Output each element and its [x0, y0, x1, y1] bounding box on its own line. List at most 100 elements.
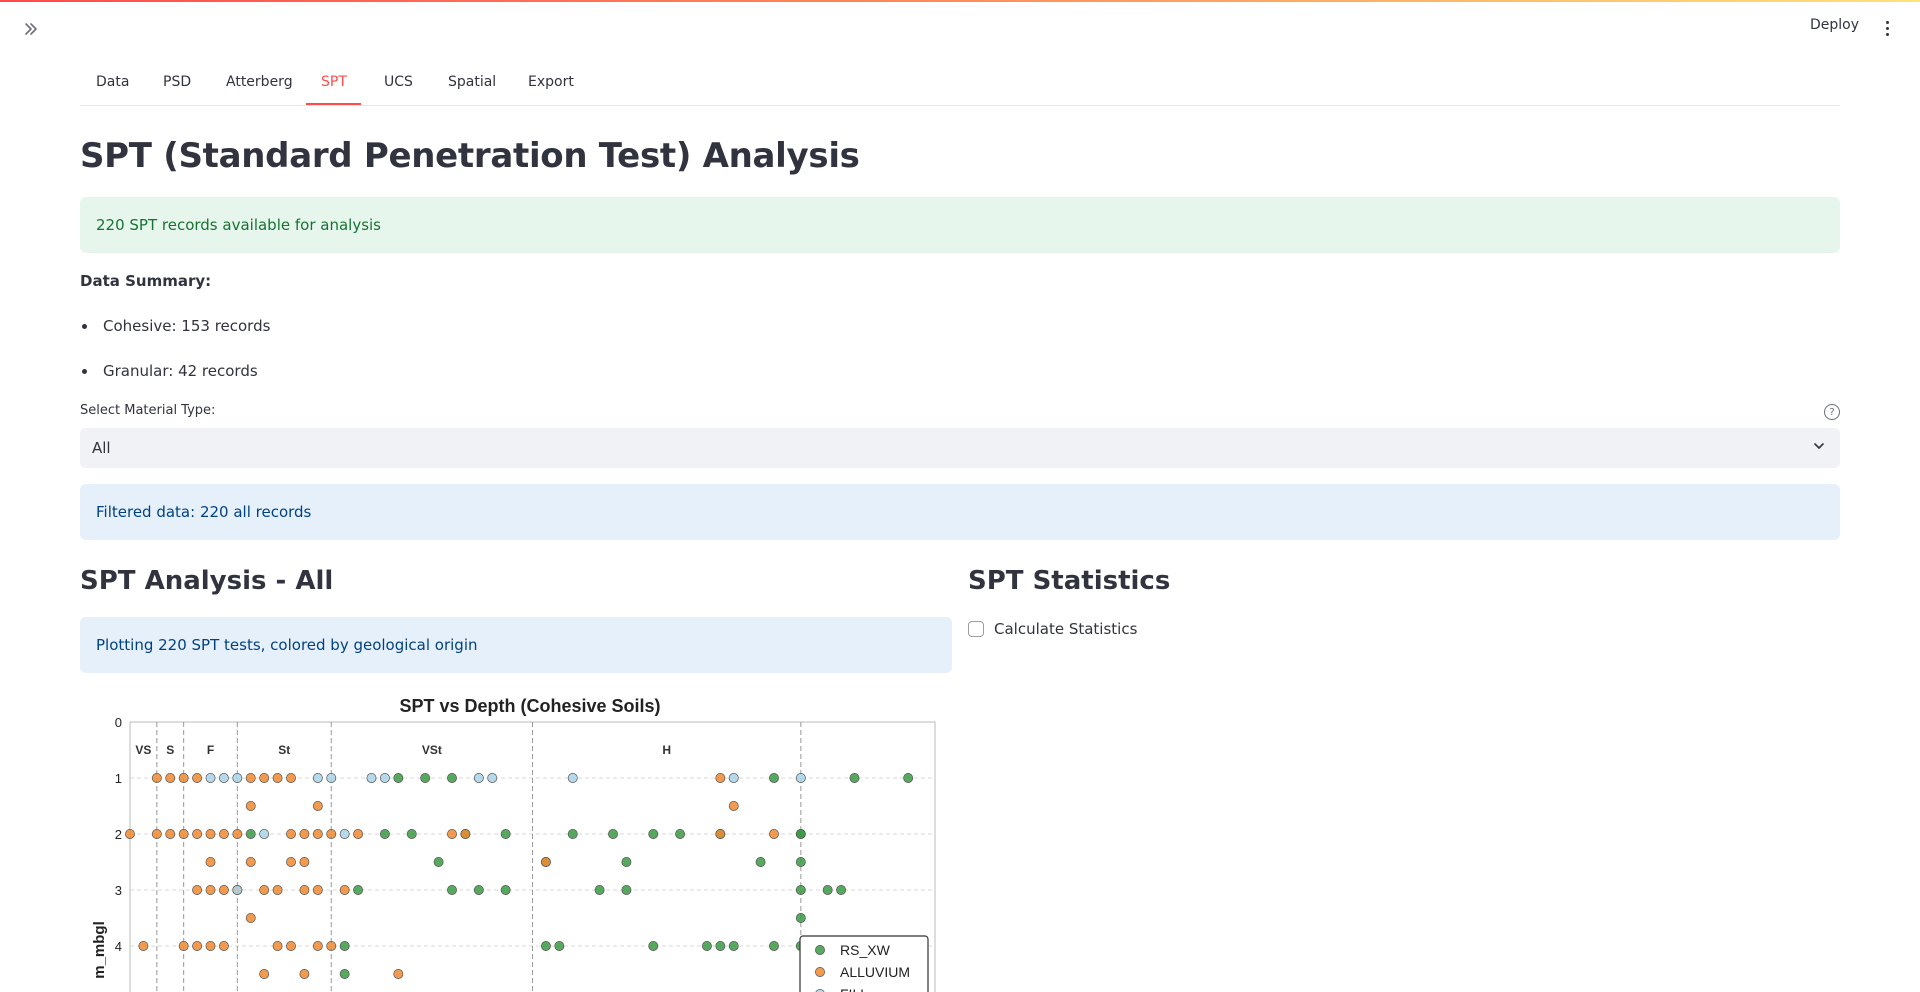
tab-atterberg[interactable]: Atterberg — [226, 74, 293, 90]
data-point-fill — [205, 773, 216, 783]
kebab-menu-icon-dot — [1885, 32, 1889, 36]
data-point-alluvium — [178, 941, 189, 951]
data-point-rs-xw — [594, 885, 605, 895]
list-item: Granular: 42 records — [80, 362, 258, 380]
data-point-fill — [339, 829, 350, 839]
data-point-fill — [567, 773, 578, 783]
data-point-alluvium — [715, 773, 726, 783]
data-point-rs-xw — [769, 773, 779, 783]
data-point-fill — [795, 773, 806, 783]
data-point-rs-xw — [339, 969, 350, 979]
material-type-select[interactable]: All — [80, 428, 1840, 468]
data-point-alluvium — [218, 941, 229, 951]
data-point-rs-xw — [769, 941, 779, 951]
data-point-fill — [218, 773, 229, 783]
data-point-alluvium — [245, 801, 256, 811]
data-point-alluvium — [151, 773, 162, 783]
data-point-rs-xw — [755, 857, 766, 867]
list-item: Cohesive: 153 records — [80, 317, 270, 335]
y-tick-label: 4 — [115, 939, 122, 954]
data-point-rs-xw — [567, 829, 578, 839]
data-point-rs-xw — [836, 885, 847, 895]
tab-spatial[interactable]: Spatial — [448, 74, 496, 90]
summary-item-granular: Granular: 42 records — [103, 362, 258, 380]
data-point-alluvium — [205, 941, 216, 951]
data-point-alluvium — [192, 773, 203, 783]
summary-item-cohesive: Cohesive: 153 records — [103, 317, 271, 335]
zone-label: S — [166, 743, 174, 757]
tab-ucs[interactable]: UCS — [384, 74, 413, 90]
data-point-fill — [379, 773, 390, 783]
data-point-rs-xw — [795, 885, 806, 895]
y-tick-label: 3 — [115, 883, 122, 898]
spt-depth-chart: SPT vs Depth (Cohesive Soils) m_mbgl 0 1 2… — [80, 690, 952, 992]
data-point-rs-xw — [648, 941, 659, 951]
data-point-alluvium — [192, 941, 203, 951]
data-point-alluvium — [245, 773, 256, 783]
data-point-alluvium — [728, 801, 739, 811]
data-point-alluvium — [218, 885, 229, 895]
zone-label: St — [278, 743, 290, 757]
tab-export[interactable]: Export — [528, 74, 574, 90]
data-point-alluvium — [259, 969, 270, 979]
data-point-alluvium — [205, 857, 216, 867]
chart-title: SPT vs Depth (Cohesive Soils) — [399, 696, 660, 716]
data-point-alluvium — [151, 829, 162, 839]
data-point-rs-xw — [245, 829, 256, 839]
data-point-alluvium — [286, 773, 296, 783]
zone-label: VSt — [422, 743, 442, 757]
plotting-info-alert: Plotting 220 SPT tests, colored by geolo… — [80, 617, 952, 673]
tab-psd[interactable]: PSD — [163, 74, 191, 90]
plotting-info-text: Plotting 220 SPT tests, colored by geolo… — [96, 636, 478, 654]
deploy-button[interactable]: Deploy — [1810, 17, 1859, 33]
chevrons-right-icon — [25, 23, 37, 35]
main-tabs: Data PSD Atterberg SPT UCS Spatial Expor… — [80, 60, 1840, 106]
data-point-alluvium — [393, 969, 404, 979]
data-point-rs-xw — [420, 773, 431, 783]
data-point-rs-xw — [621, 885, 632, 895]
question-circle-icon[interactable]: ? — [1824, 404, 1840, 420]
data-point-fill — [259, 829, 270, 839]
main-menu-button[interactable] — [1880, 16, 1894, 40]
calculate-statistics-checkbox[interactable]: Calculate Statistics — [968, 620, 1137, 638]
checkbox-box[interactable] — [968, 621, 984, 637]
data-point-alluvium — [715, 829, 726, 839]
data-point-rs-xw — [554, 941, 565, 951]
tab-data[interactable]: Data — [96, 74, 129, 90]
data-point-alluvium — [460, 829, 471, 839]
data-point-rs-xw — [379, 829, 390, 839]
data-point-fill — [366, 773, 377, 783]
bullet-icon — [82, 368, 87, 374]
data-point-fill — [232, 885, 243, 895]
header-decoration-bar — [0, 0, 1920, 2]
page-title: SPT (Standard Penetration Test) Analysis — [80, 136, 860, 176]
data-point-rs-xw — [406, 829, 417, 839]
legend-label: FILL — [840, 986, 868, 992]
data-point-alluvium — [339, 885, 350, 895]
tab-spt[interactable]: SPT — [321, 74, 347, 90]
chevron-down-icon — [1812, 439, 1826, 457]
data-point-fill — [312, 773, 323, 783]
zone-label: VS — [135, 743, 151, 757]
data-point-alluvium — [769, 829, 779, 839]
data-point-alluvium — [286, 857, 296, 867]
data-point-rs-xw — [473, 885, 484, 895]
sidebar-expand-button[interactable] — [18, 18, 44, 40]
data-point-rs-xw — [849, 773, 860, 783]
data-point-rs-xw — [648, 829, 659, 839]
data-summary-label: Data Summary: — [80, 272, 212, 290]
filtered-info-text: Filtered data: 220 all records — [96, 503, 312, 521]
legend-label: ALLUVIUM — [840, 964, 910, 980]
data-point-fill — [487, 773, 498, 783]
data-point-alluvium — [165, 829, 176, 839]
data-point-rs-xw — [675, 829, 686, 839]
data-point-alluvium — [286, 941, 296, 951]
data-point-alluvium — [299, 857, 310, 867]
data-point-alluvium — [299, 885, 310, 895]
kebab-menu-icon — [1885, 20, 1889, 24]
data-point-rs-xw — [621, 857, 632, 867]
data-point-alluvium — [178, 773, 189, 783]
data-point-alluvium — [299, 969, 310, 979]
data-point-rs-xw — [447, 885, 457, 895]
y-tick-label: 2 — [115, 827, 122, 842]
